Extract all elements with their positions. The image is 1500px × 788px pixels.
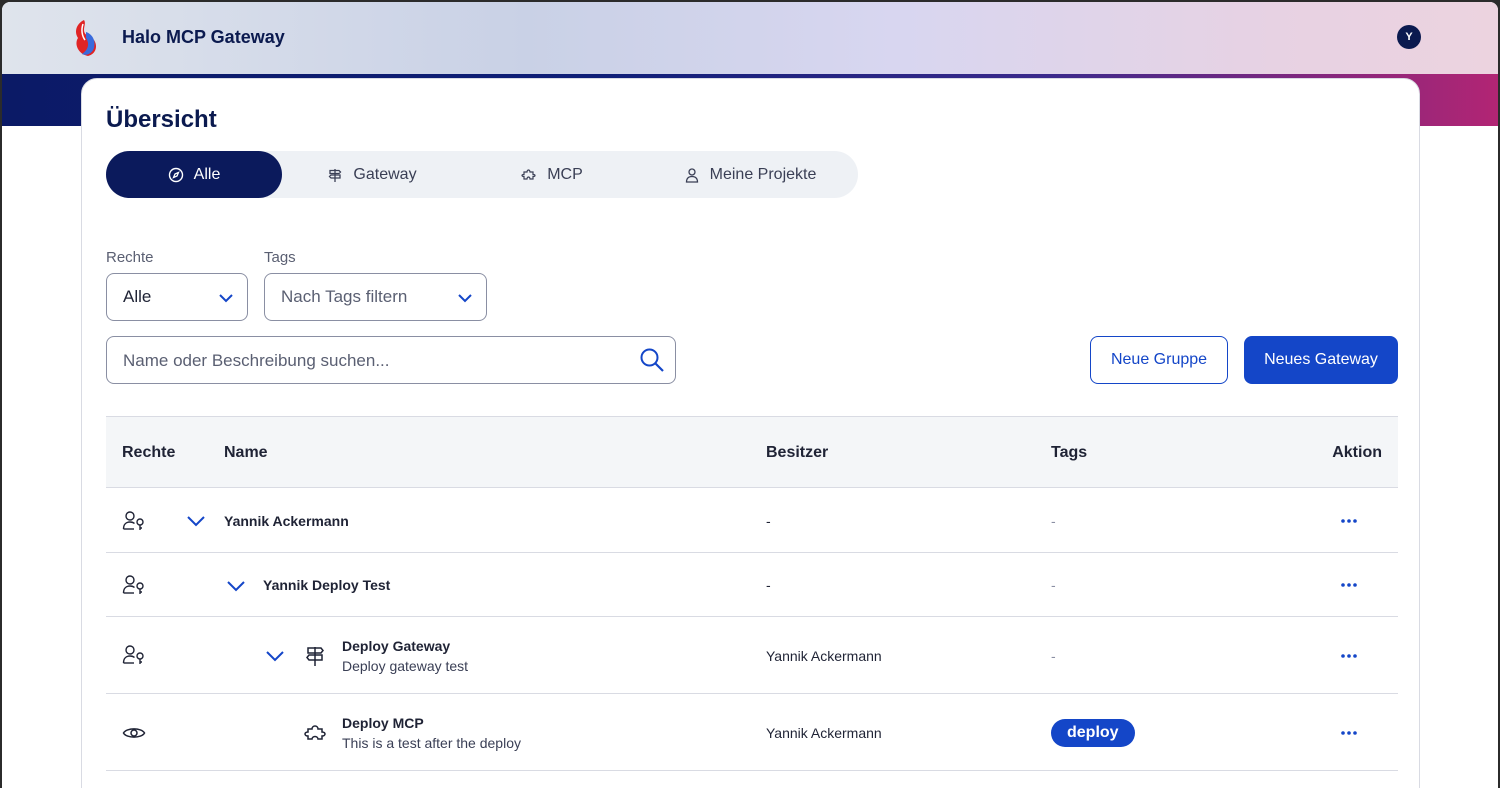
tab-gateway[interactable]: Gateway [282,151,462,198]
header-owner: Besitzer [766,444,829,461]
tags-select[interactable]: Nach Tags filtern [264,273,487,321]
puzzle-icon [521,168,536,180]
more-actions-icon[interactable] [1340,518,1358,524]
user-icon [685,167,698,183]
table-row[interactable]: Yannik Deploy Test - - [106,553,1398,617]
new-group-button[interactable]: Neue Gruppe [1090,336,1228,384]
chevron-down-icon[interactable] [265,649,285,663]
header-tags: Tags [1051,444,1088,461]
user-key-icon [122,575,144,594]
user-key-icon [122,645,144,664]
more-actions-icon[interactable] [1340,730,1358,736]
tab-label: Alle [193,165,221,183]
avatar[interactable]: Y [1397,25,1421,49]
user-key-icon [122,511,144,530]
signpost-icon [329,168,342,182]
chevron-down-icon [458,294,472,303]
more-actions-icon[interactable] [1340,653,1358,659]
puzzle-icon [304,725,326,740]
tab-label: Gateway [353,165,417,183]
tab-mcp[interactable]: MCP [462,151,642,198]
header-action: Aktion [1332,444,1382,461]
table-row[interactable]: Deploy MCP This is a test after the depl… [106,694,1398,771]
tab-label: Meine Projekte [709,165,817,183]
table-row[interactable]: Yannik Ackermann - - [106,488,1398,553]
row-description: This is a test after the deploy [342,735,521,751]
row-tags: - [1051,577,1056,593]
row-owner: - [766,577,771,593]
eye-icon [122,728,146,738]
header-rights: Rechte [122,444,176,461]
row-name[interactable]: Deploy MCP [342,715,424,731]
row-owner: - [766,513,771,529]
rights-filter-label: Rechte [106,249,154,266]
compass-icon [168,167,183,182]
app-window: Halo MCP Gateway Y Übersicht Alle Gatewa… [2,2,1498,788]
row-owner: Yannik Ackermann [766,648,882,664]
tab-label: MCP [547,165,583,183]
row-name[interactable]: Yannik Ackermann [224,513,349,529]
logo-icon [76,20,96,56]
row-name[interactable]: Deploy Gateway [342,638,450,654]
more-actions-icon[interactable] [1340,582,1358,588]
search-field [106,336,676,384]
tab-alle[interactable]: Alle [106,151,282,198]
search-icon[interactable] [639,347,665,373]
chevron-down-icon[interactable] [226,579,246,593]
page-title: Übersicht [106,106,217,133]
row-name[interactable]: Yannik Deploy Test [263,577,390,593]
row-tags: - [1051,648,1056,664]
chevron-down-icon[interactable] [186,514,206,528]
tags-select-placeholder: Nach Tags filtern [281,287,408,306]
rights-select[interactable]: Alle [106,273,248,321]
view-tabs: Alle Gateway MCP Meine Projekte [106,151,858,198]
rights-select-value: Alle [123,287,152,306]
header-name: Name [224,444,268,461]
table-header: Rechte Name Besitzer Tags Aktion [106,416,1398,488]
app-title: Halo MCP Gateway [122,27,285,47]
chevron-down-icon [219,294,233,303]
table-row[interactable]: Deploy Gateway Deploy gateway test Yanni… [106,617,1398,694]
search-input[interactable] [123,349,623,373]
row-description: Deploy gateway test [342,658,469,674]
overview-card: Übersicht Alle Gateway MCP Meine Projekt… [81,78,1420,788]
row-owner: Yannik Ackermann [766,725,882,741]
tags-filter-label: Tags [264,249,296,266]
projects-table: Rechte Name Besitzer Tags Aktion Yannik … [106,416,1398,771]
tag-badge[interactable]: deploy [1051,719,1135,747]
tab-meine-projekte[interactable]: Meine Projekte [642,151,858,198]
signpost-icon [306,647,324,666]
row-tags: - [1051,513,1056,529]
new-gateway-button[interactable]: Neues Gateway [1244,336,1398,384]
